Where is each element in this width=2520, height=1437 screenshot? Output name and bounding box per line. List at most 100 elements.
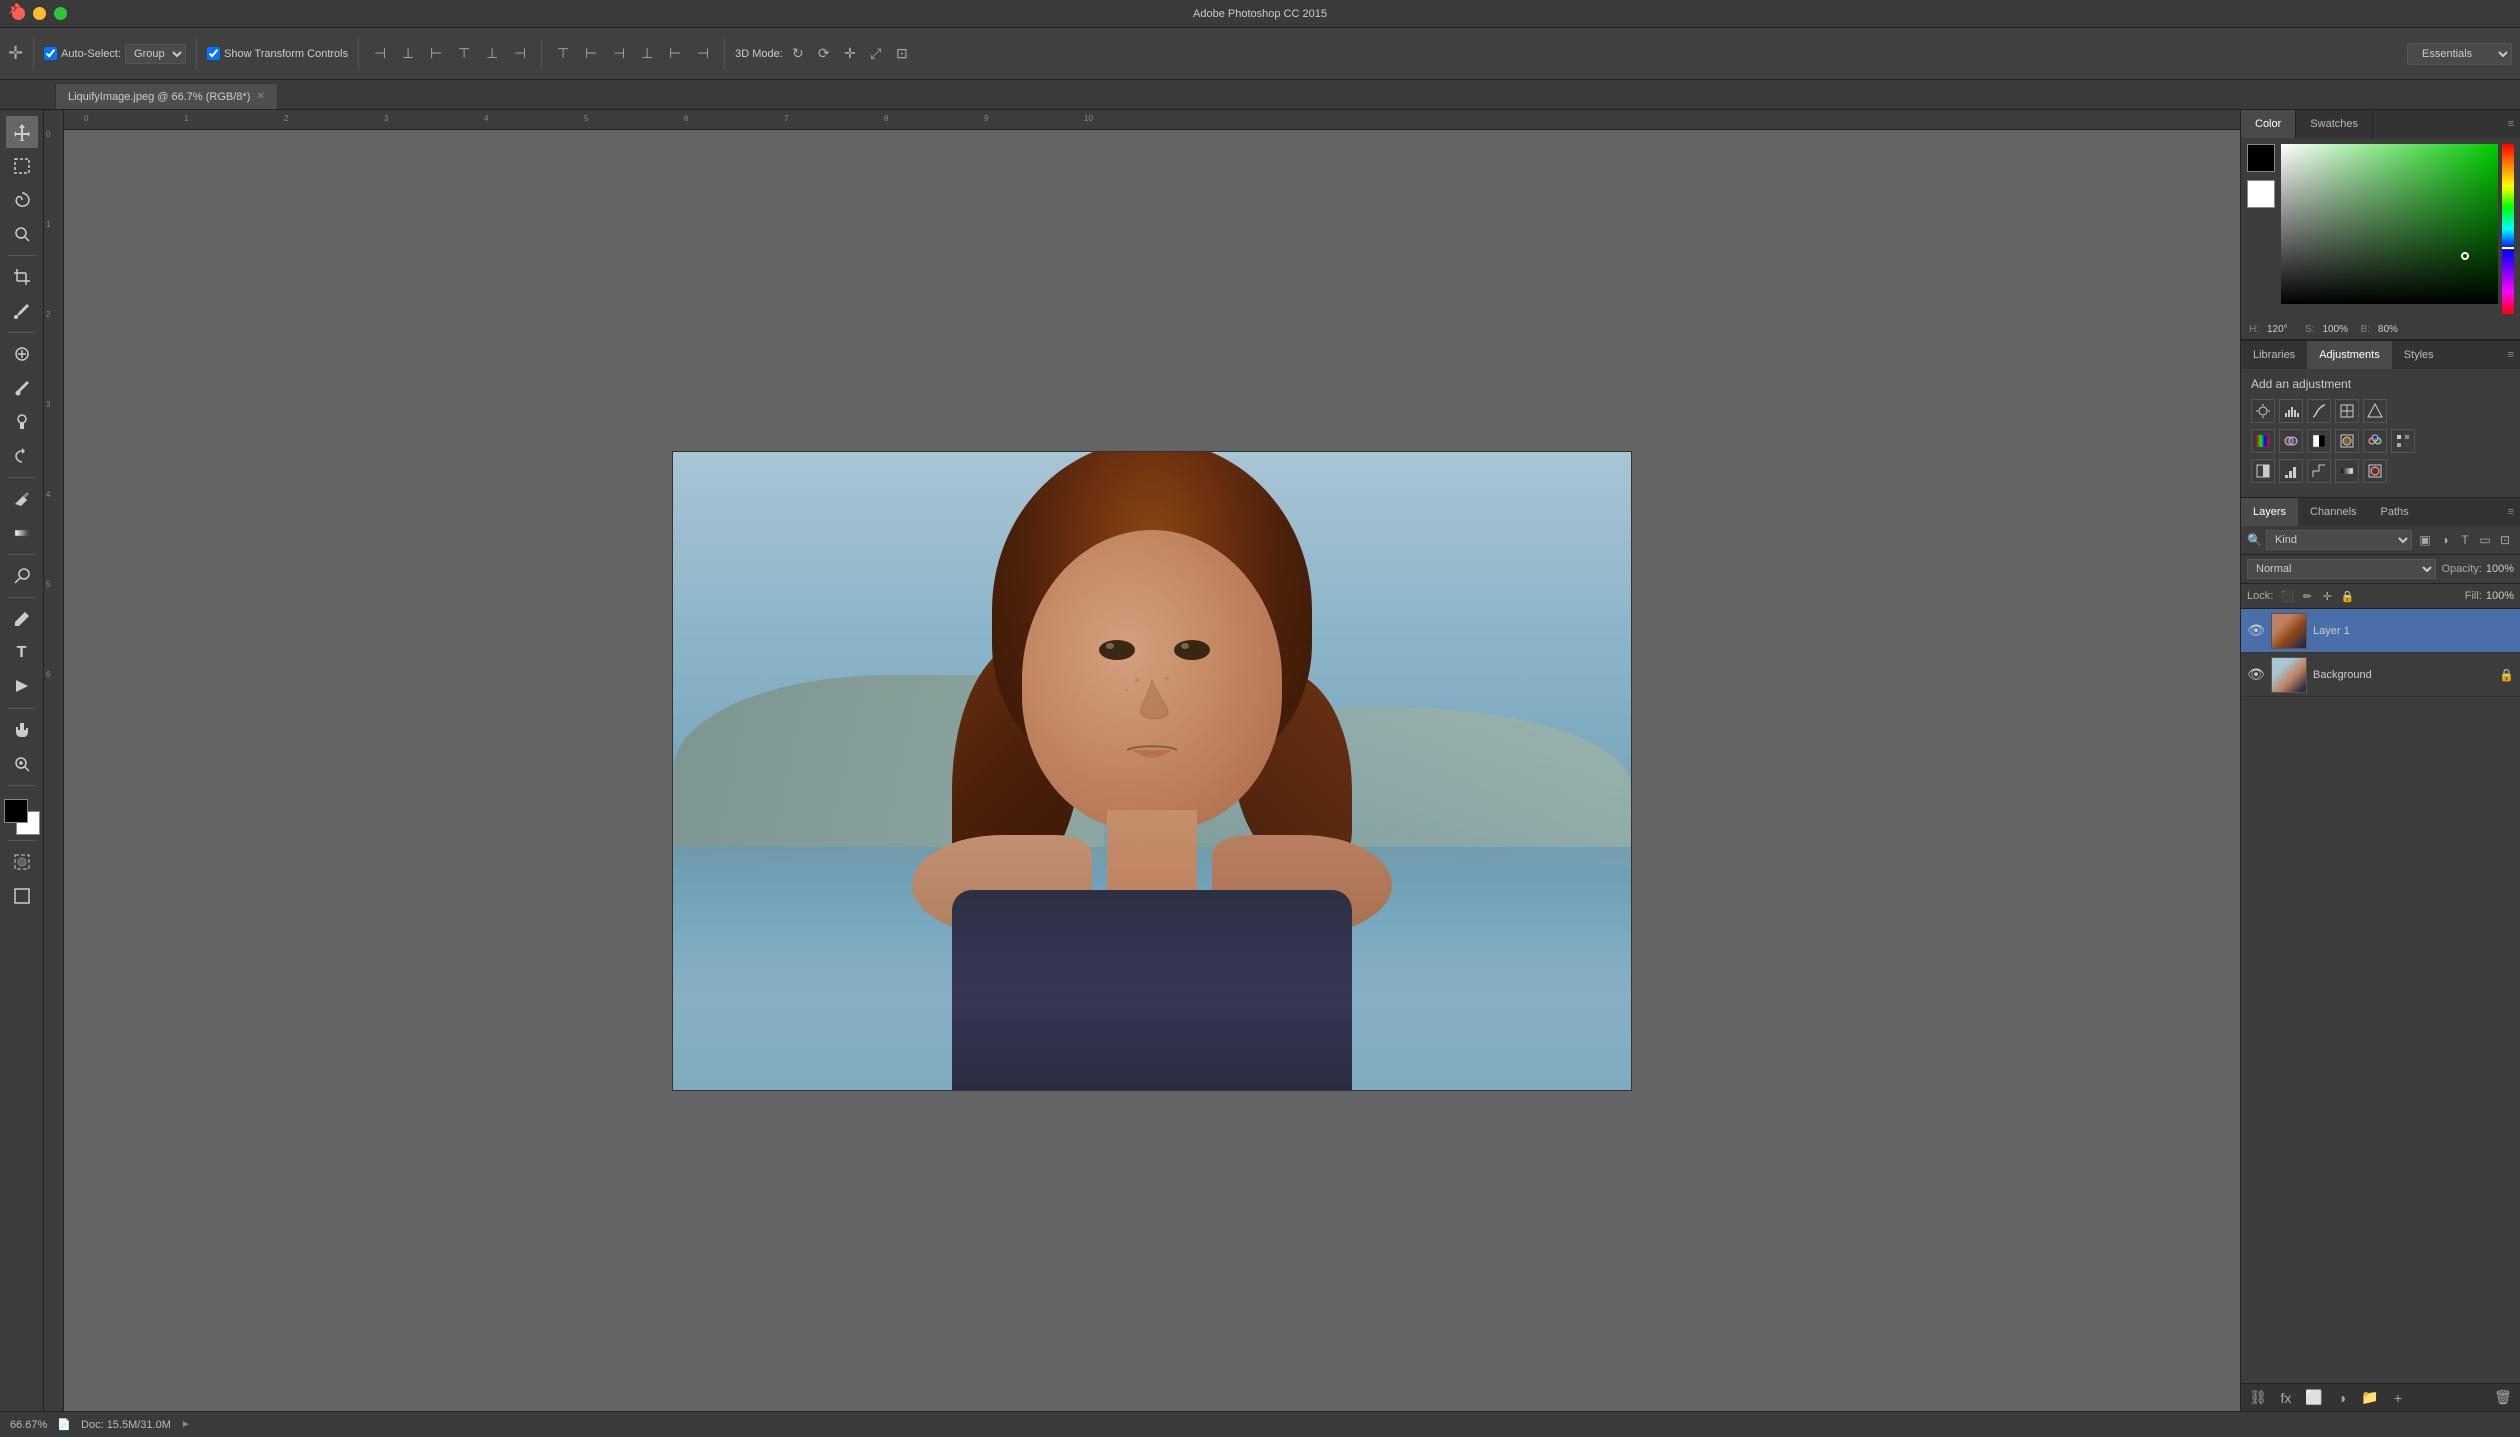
type-tool-btn[interactable]: T <box>6 637 38 669</box>
color-b-value[interactable]: 80% <box>2378 324 2408 335</box>
distribute-bottom-btn[interactable]: ⊣ <box>692 43 714 65</box>
adj-bw-btn[interactable] <box>2307 429 2331 453</box>
gradient-tool-btn[interactable] <box>6 517 38 549</box>
delete-layer-btn[interactable]: 🗑 <box>2492 1387 2514 1409</box>
dodge-tool-btn[interactable] <box>6 560 38 592</box>
adj-color-lookup-btn[interactable] <box>2391 429 2415 453</box>
lasso-tool-btn[interactable] <box>6 184 38 216</box>
auto-select-checkbox[interactable] <box>44 47 57 60</box>
adj-gradient-map-btn[interactable] <box>2335 459 2359 483</box>
color-s-value[interactable]: 100% <box>2322 324 2352 335</box>
lock-position-btn[interactable]: ✛ <box>2319 588 2335 604</box>
align-left-btn[interactable]: ⊣ <box>369 43 391 65</box>
distribute-center-h-btn[interactable]: ⊢ <box>580 43 602 65</box>
eraser-tool-btn[interactable] <box>6 483 38 515</box>
auto-select-dropdown[interactable]: Group Layer <box>125 44 186 64</box>
tab-channels[interactable]: Channels <box>2298 498 2368 526</box>
new-group-btn[interactable]: 📁 <box>2359 1387 2381 1409</box>
canvas-image[interactable] <box>672 451 1632 1091</box>
lock-all-btn[interactable]: 🔒 <box>2339 588 2355 604</box>
eyedropper-tool-btn[interactable] <box>6 295 38 327</box>
canvas-container[interactable] <box>64 130 2240 1411</box>
adj-posterize-btn[interactable] <box>2279 459 2303 483</box>
adj-brightness-btn[interactable] <box>2251 399 2275 423</box>
marquee-tool-btn[interactable] <box>6 150 38 182</box>
align-top-btn[interactable]: ⊤ <box>453 43 475 65</box>
adj-levels-btn[interactable] <box>2279 399 2303 423</box>
history-brush-tool-btn[interactable] <box>6 440 38 472</box>
new-layer-btn[interactable]: + <box>2387 1387 2409 1409</box>
color-spectrum-main[interactable] <box>2281 144 2498 304</box>
foreground-color-swatch[interactable] <box>4 799 28 823</box>
adj-channel-mixer-btn[interactable] <box>2363 429 2387 453</box>
adj-exposure-btn[interactable] <box>2335 399 2359 423</box>
align-right-btn[interactable]: ⊢ <box>425 43 447 65</box>
3d-pan-btn[interactable]: ✛ <box>839 43 861 65</box>
add-layer-style-btn[interactable]: fx <box>2275 1387 2297 1409</box>
minimize-button[interactable] <box>33 7 46 20</box>
adj-colorbalance-btn[interactable] <box>2279 429 2303 453</box>
foreground-color-chip[interactable] <box>2247 144 2275 172</box>
adj-threshold-btn[interactable] <box>2307 459 2331 483</box>
hand-tool-btn[interactable] <box>6 714 38 746</box>
background-color-chip[interactable] <box>2247 180 2275 208</box>
tab-swatches[interactable]: Swatches <box>2296 110 2373 138</box>
stamp-tool-btn[interactable] <box>6 406 38 438</box>
3d-scale-btn[interactable]: ⊡ <box>891 43 913 65</box>
essentials-dropdown[interactable]: Essentials Photography Painting <box>2407 43 2512 65</box>
panel-pin-btn[interactable]: 📌 <box>8 4 20 15</box>
filter-adjust-btn[interactable]: ◑ <box>2436 531 2454 549</box>
color-panel-options[interactable]: ≡ <box>2502 110 2520 138</box>
adjustments-panel-options[interactable]: ≡ <box>2502 341 2520 369</box>
align-middle-v-btn[interactable]: ⊥ <box>481 43 503 65</box>
filter-shape-btn[interactable]: ▭ <box>2476 531 2494 549</box>
tab-layers[interactable]: Layers <box>2241 498 2298 526</box>
add-mask-btn[interactable]: ⬜ <box>2303 1387 2325 1409</box>
3d-slide-btn[interactable]: ⤢ <box>865 43 887 65</box>
quick-select-tool-btn[interactable] <box>6 218 38 250</box>
path-select-tool-btn[interactable] <box>6 671 38 703</box>
new-fill-adjustment-btn[interactable]: ◑ <box>2331 1387 2353 1409</box>
distribute-top-btn[interactable]: ⊥ <box>636 43 658 65</box>
adj-hsl-btn[interactable] <box>2251 429 2275 453</box>
color-h-value[interactable]: 120° <box>2267 324 2297 335</box>
lock-image-btn[interactable]: ✏ <box>2299 588 2315 604</box>
tab-libraries[interactable]: Libraries <box>2241 341 2307 369</box>
distribute-right-btn[interactable]: ⊣ <box>608 43 630 65</box>
tab-paths[interactable]: Paths <box>2369 498 2421 526</box>
3d-rotate-btn[interactable]: ↻ <box>787 43 809 65</box>
maximize-button[interactable] <box>54 7 67 20</box>
transform-controls-label[interactable]: Show Transform Controls <box>207 47 348 60</box>
tab-styles[interactable]: Styles <box>2392 341 2446 369</box>
adj-vibrance-btn[interactable] <box>2363 399 2387 423</box>
layer-visibility-icon[interactable]: 👁 <box>2247 666 2265 684</box>
filter-smart-btn[interactable]: ⊡ <box>2496 531 2514 549</box>
adj-selective-color-btn[interactable] <box>2363 459 2387 483</box>
filter-pixel-btn[interactable]: ▣ <box>2416 531 2434 549</box>
hue-bar[interactable] <box>2502 144 2514 314</box>
move-tool-btn[interactable] <box>6 116 38 148</box>
adj-invert-btn[interactable] <box>2251 459 2275 483</box>
lock-transparent-btn[interactable]: ⬛ <box>2279 588 2295 604</box>
tab-color[interactable]: Color <box>2241 110 2296 138</box>
screen-mode-btn[interactable] <box>6 880 38 912</box>
quick-mask-btn[interactable] <box>6 846 38 878</box>
transform-controls-checkbox[interactable] <box>207 47 220 60</box>
adj-photo-filter-btn[interactable] <box>2335 429 2359 453</box>
tab-adjustments[interactable]: Adjustments <box>2307 341 2392 369</box>
crop-tool-btn[interactable] <box>6 261 38 293</box>
3d-roll-btn[interactable]: ⟳ <box>813 43 835 65</box>
healing-tool-btn[interactable] <box>6 338 38 370</box>
adj-curves-btn[interactable] <box>2307 399 2331 423</box>
align-center-h-btn[interactable]: ⊥ <box>397 43 419 65</box>
layer-visibility-icon[interactable]: 👁 <box>2247 622 2265 640</box>
status-expand-btn[interactable]: ► <box>181 1419 191 1430</box>
filter-type-btn[interactable]: T <box>2456 531 2474 549</box>
align-bottom-btn[interactable]: ⊣ <box>509 43 531 65</box>
layers-kind-filter[interactable]: Kind Name Effect Mode <box>2266 530 2412 550</box>
brush-tool-btn[interactable] <box>6 372 38 404</box>
pen-tool-btn[interactable] <box>6 603 38 635</box>
tab-close-btn[interactable]: ✕ <box>256 91 264 102</box>
blend-mode-dropdown[interactable]: Normal Dissolve Multiply Screen Overlay <box>2247 559 2436 579</box>
distribute-left-btn[interactable]: ⊤ <box>552 43 574 65</box>
